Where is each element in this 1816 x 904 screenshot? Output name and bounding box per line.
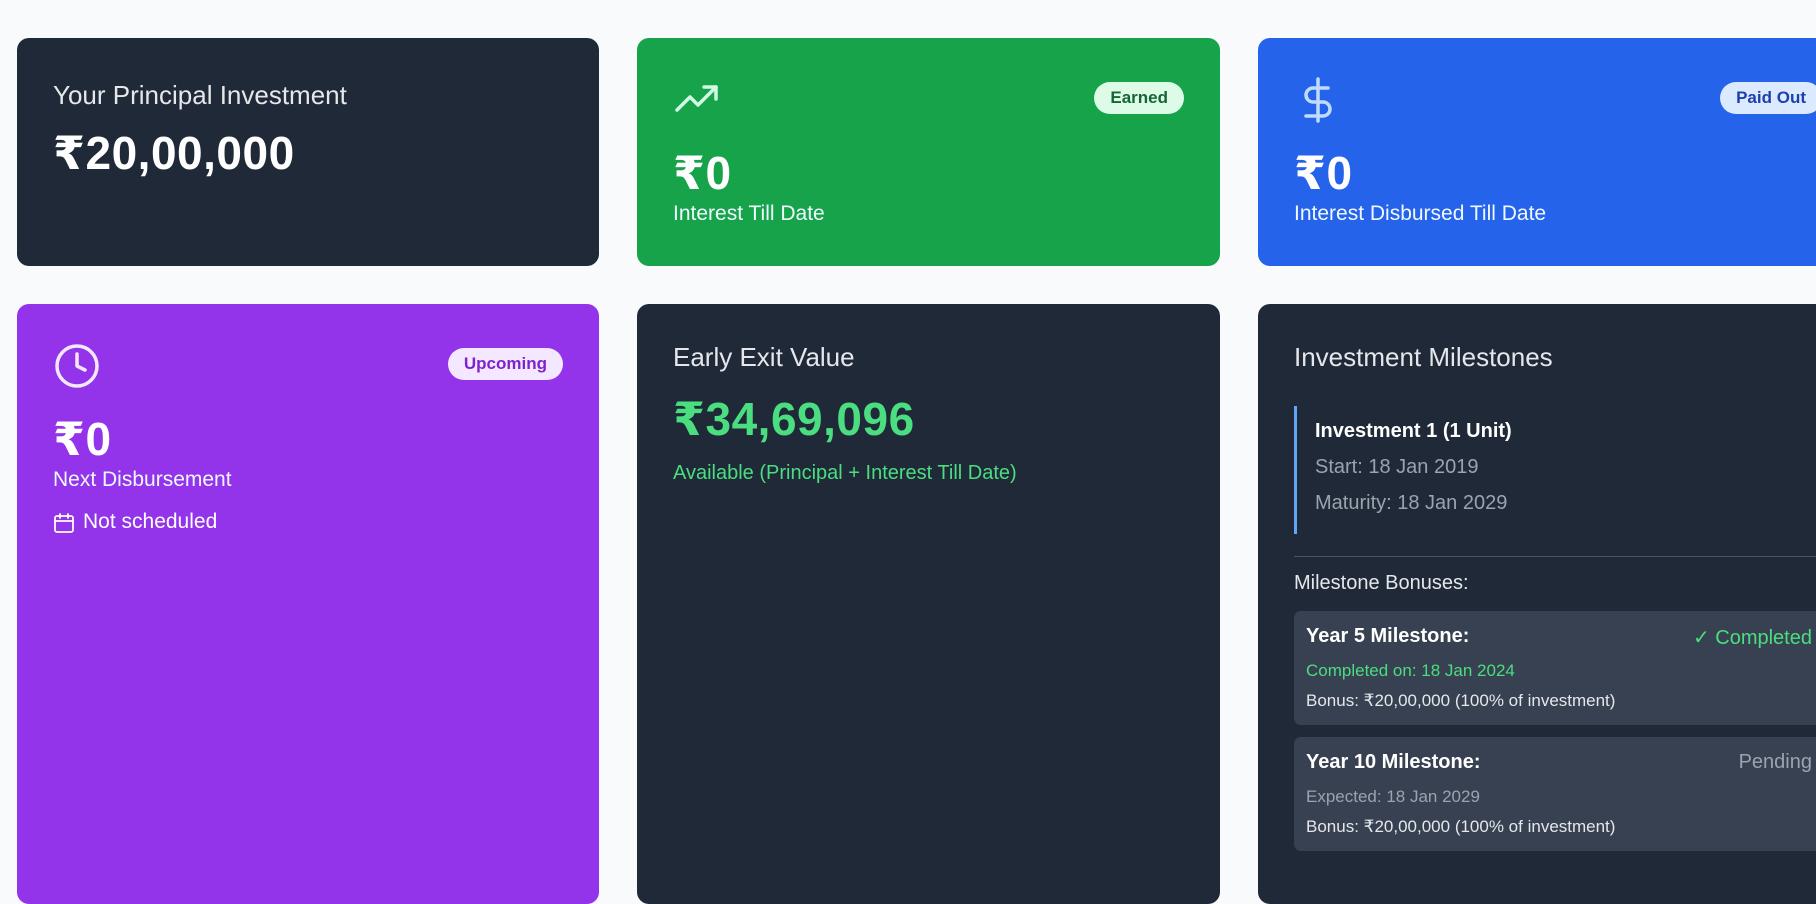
interest-disbursed-card: Paid Out ₹0 Interest Disbursed Till Date: [1258, 38, 1816, 266]
interest-till-date-card: Earned ₹0 Interest Till Date: [637, 38, 1220, 266]
early-exit-card: Early Exit Value ₹34,69,096 Available (P…: [637, 304, 1220, 904]
divider: [1294, 556, 1816, 557]
schedule-status: Not scheduled: [83, 510, 218, 533]
exit-title: Early Exit Value: [673, 342, 855, 372]
principal-investment-card: Your Principal Investment ₹20,00,000: [17, 38, 599, 266]
milestone-item-year-10: Year 10 Milestone: Pending Expected: 18 …: [1294, 737, 1816, 851]
investment-maturity: Maturity: 18 Jan 2029: [1315, 492, 1508, 514]
disbursed-label: Interest Disbursed Till Date: [1294, 202, 1547, 225]
milestones-title: Investment Milestones: [1294, 342, 1553, 372]
investment-name: Investment 1 (1 Unit): [1315, 420, 1512, 442]
milestone-status: ✓ Completed: [1692, 627, 1812, 649]
interest-label: Interest Till Date: [673, 202, 825, 225]
milestone-bonus: Bonus: ₹20,00,000 (100% of investment): [1306, 817, 1616, 836]
upcoming-badge: Upcoming: [447, 348, 563, 380]
investment-start: Start: 18 Jan 2019: [1315, 456, 1479, 478]
investment-entry: Investment 1 (1 Unit) Start: 18 Jan 2019…: [1294, 406, 1816, 534]
milestone-date: Expected: 18 Jan 2029: [1306, 787, 1480, 806]
principal-title: Your Principal Investment: [53, 80, 347, 110]
next-disbursement-label: Next Disbursement: [53, 468, 232, 491]
milestone-title: Year 10 Milestone:: [1306, 751, 1481, 773]
disbursed-amount: ₹0: [1294, 147, 1353, 199]
exit-note: Available (Principal + Interest Till Dat…: [673, 462, 1017, 484]
milestone-title: Year 5 Milestone:: [1306, 625, 1470, 647]
next-disbursement-card: Upcoming ₹0 Next Disbursement Not schedu…: [17, 304, 599, 904]
milestone-item-year-5: Year 5 Milestone: ✓ Completed Completed …: [1294, 611, 1816, 725]
milestone-status: Pending: [1738, 751, 1812, 773]
next-disbursement-amount: ₹0: [53, 413, 112, 465]
clock-icon: [53, 342, 101, 390]
investment-milestones-card: Investment Milestones Investment 1 (1 Un…: [1258, 304, 1816, 904]
earned-badge: Earned: [1094, 82, 1184, 114]
calendar-icon: [53, 512, 75, 534]
dollar-icon: [1294, 76, 1342, 124]
principal-amount: ₹20,00,000: [53, 127, 295, 179]
exit-amount: ₹34,69,096: [673, 393, 915, 445]
milestone-bonus: Bonus: ₹20,00,000 (100% of investment): [1306, 691, 1616, 710]
interest-amount: ₹0: [673, 147, 732, 199]
paid-out-badge: Paid Out: [1720, 82, 1816, 114]
trending-up-icon: [673, 76, 721, 124]
milestone-date: Completed on: 18 Jan 2024: [1306, 661, 1515, 680]
milestone-bonuses-heading: Milestone Bonuses:: [1294, 572, 1469, 594]
